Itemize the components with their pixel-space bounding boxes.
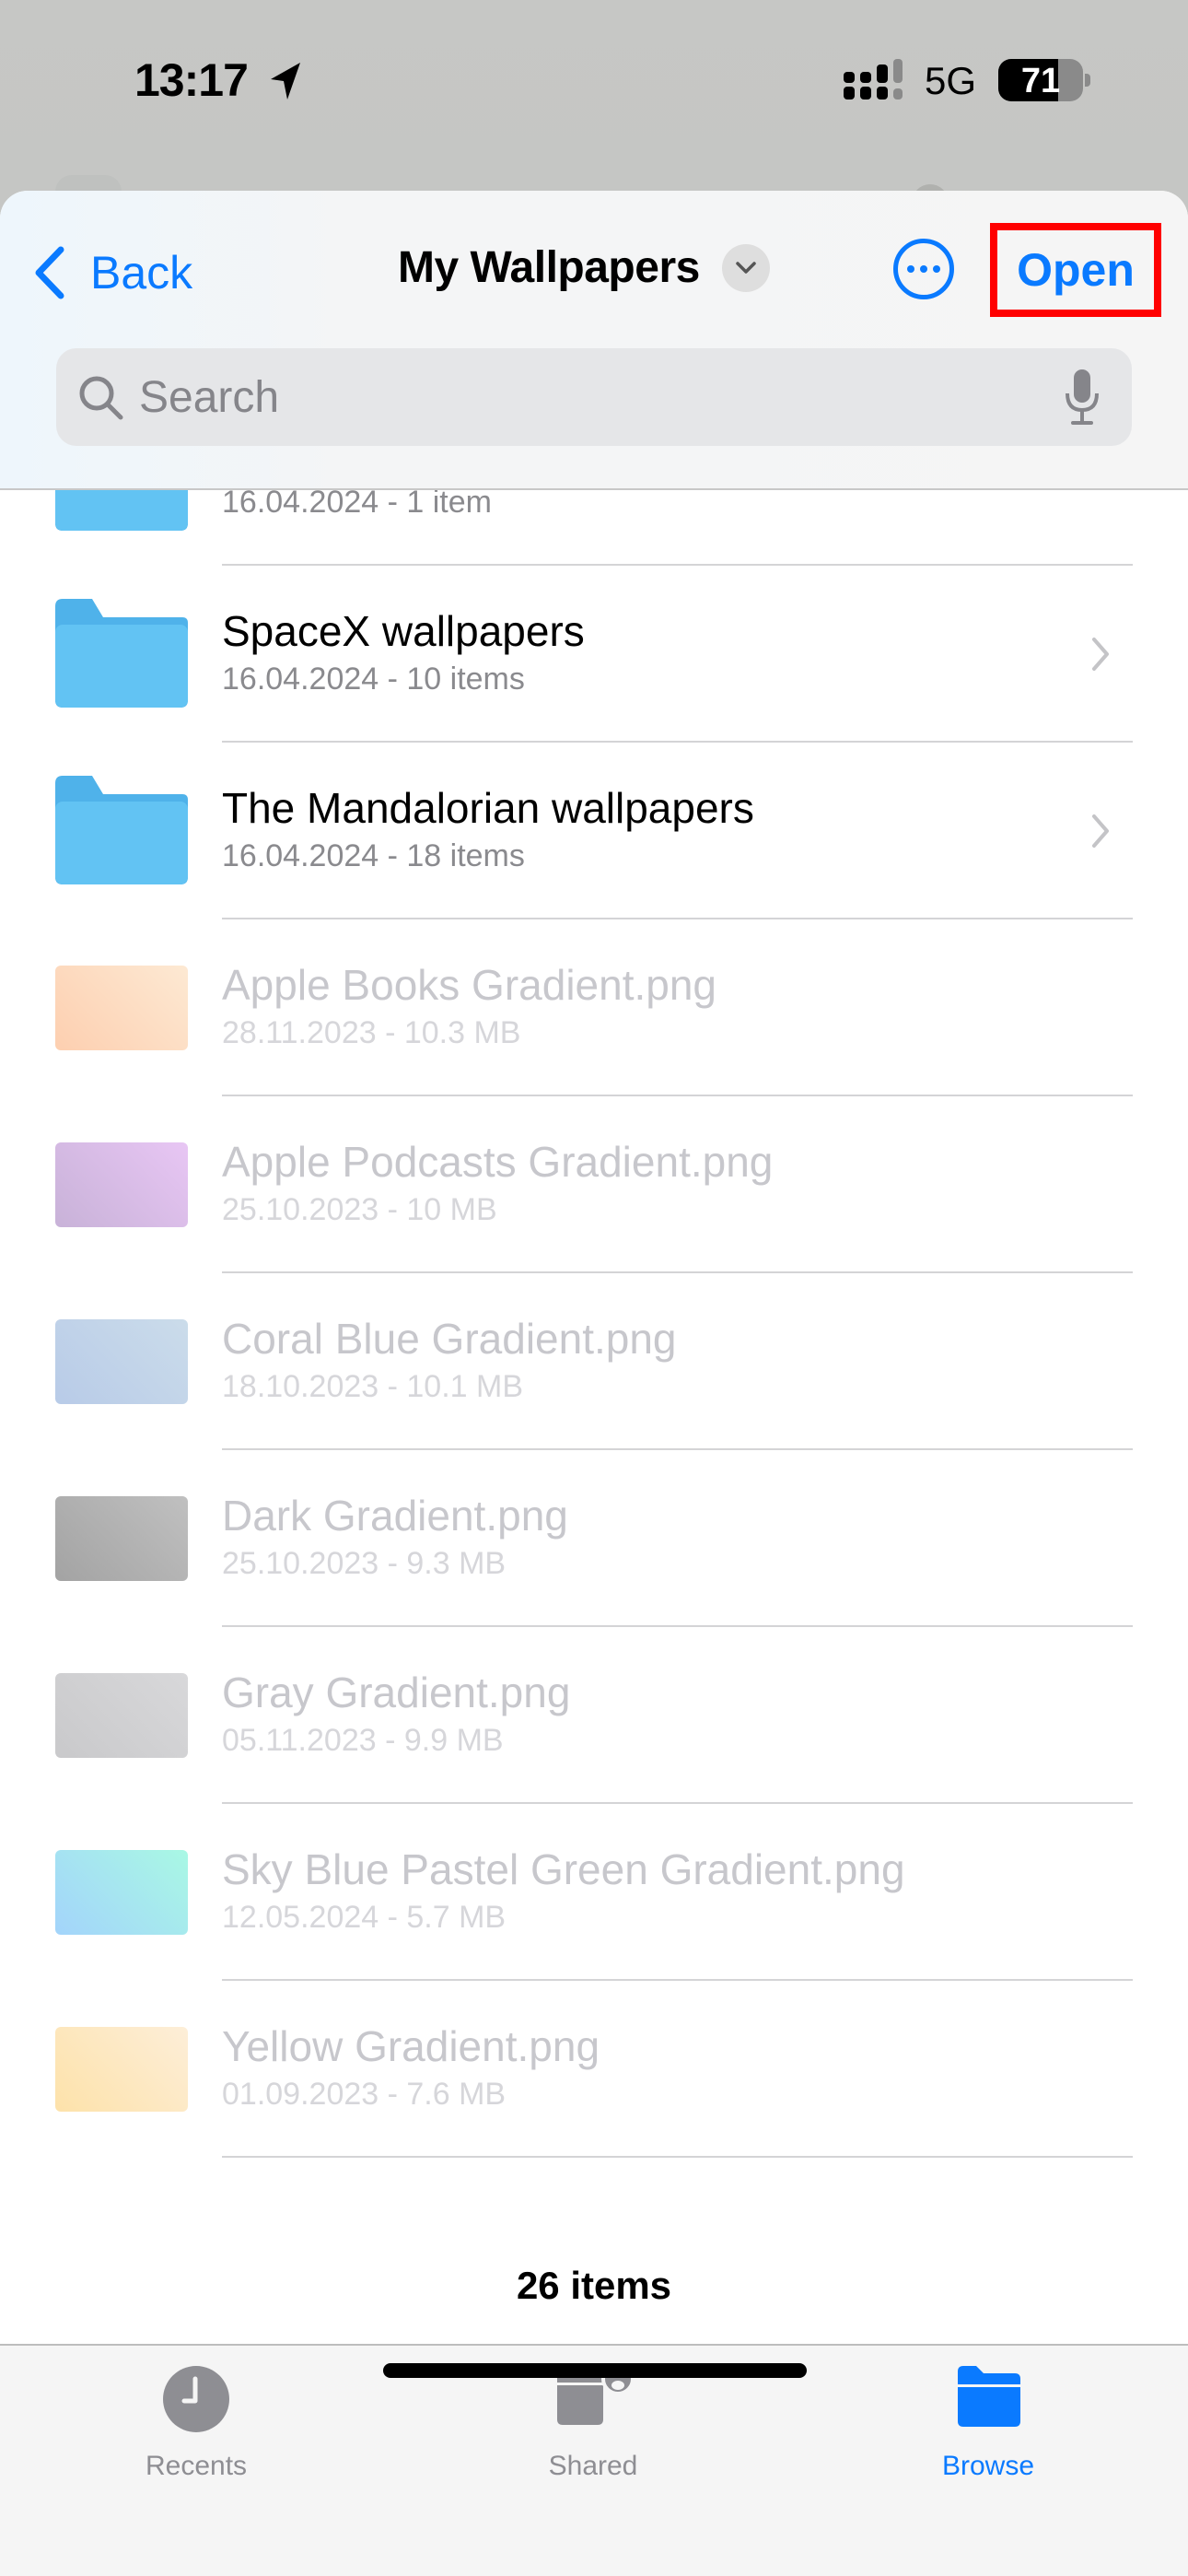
page-title: My Wallpapers [398,243,700,292]
status-bar: 13:17 5G 71 [0,0,1188,166]
folder-title-menu[interactable]: My Wallpapers [398,242,770,293]
list-item-file: Sky Blue Pastel Green Gradient.png 12.05… [0,1804,1188,1981]
tab-label: Recents [145,2451,248,2481]
item-name: SpaceX wallpapers [222,607,585,655]
tab-label: Browse [941,2451,1035,2481]
image-thumbnail [55,1319,188,1404]
item-meta: 25.10.2023 - 9.3 MB [222,1546,507,1581]
battery-tip [1085,74,1090,87]
folder-icon [55,599,188,708]
search-field[interactable] [56,348,1132,446]
list-item-folder[interactable]: SpaceX wallpapers 16.04.2024 - 10 items [0,566,1188,743]
chevron-right-icon [1092,638,1109,671]
network-type: 5G [925,59,977,102]
list-item-file: Apple Books Gradient.png 28.11.2023 - 10… [0,919,1188,1096]
navigation-bar: Back My Wallpapers Open [0,191,1188,490]
tab-bar: Recents Shared Browse [0,2344,1188,2576]
folder-icon [55,776,188,884]
list-item-file: Gray Gradient.png 05.11.2023 - 9.9 MB [0,1627,1188,1804]
item-name: Yellow Gradient.png [222,2022,600,2070]
item-name: Sky Blue Pastel Green Gradient.png [222,1845,905,1893]
image-thumbnail [55,1142,188,1227]
back-button[interactable]: Back [33,240,192,305]
search-input[interactable] [139,371,1064,423]
more-options-button[interactable] [893,239,954,299]
tab-browse[interactable]: Browse [878,2364,1099,2493]
list-item-file: Dark Gradient.png 25.10.2023 - 9.3 MB [0,1450,1188,1627]
item-meta: 16.04.2024 - 10 items [222,662,525,697]
item-name: Apple Books Gradient.png [222,961,717,1009]
location-arrow-icon [271,63,300,100]
file-browser-sheet: Back My Wallpapers Open Search 16.04.202… [0,191,1188,2576]
list-item-file: Apple Podcasts Gradient.png 25.10.2023 -… [0,1096,1188,1273]
clock-icon [163,2366,229,2432]
image-thumbnail [55,1496,188,1581]
item-count: 26 items [516,2264,672,2307]
item-meta: 18.10.2023 - 10.1 MB [222,1369,524,1404]
folder-icon [958,2366,1020,2427]
item-meta: 28.11.2023 - 10.3 MB [222,1015,521,1050]
list-item-folder[interactable]: The Mandalorian wallpapers 16.04.2024 - … [0,743,1188,919]
open-button[interactable]: Open [990,223,1161,317]
list-item-file: Yellow Gradient.png 01.09.2023 - 7.6 MB [0,1981,1188,2158]
file-list: 16.04.2024 - 1 item SpaceX wallpapers 16… [0,422,1188,2158]
chevron-left-icon [35,246,64,299]
item-meta: 25.10.2023 - 10 MB [222,1192,497,1227]
item-meta: 12.05.2024 - 5.7 MB [222,1900,507,1935]
item-meta: 16.04.2024 - 18 items [222,838,525,873]
ellipsis-dot [933,265,940,273]
row-separator [222,2156,1133,2158]
battery-icon: 71 [998,59,1083,101]
ellipsis-dot [920,265,927,273]
chevron-right-icon [1092,814,1109,848]
image-thumbnail [55,2027,188,2112]
status-time: 13:17 [134,54,249,106]
image-thumbnail [55,1673,188,1758]
tab-recents[interactable]: Recents [86,2364,307,2493]
ellipsis-dot [907,265,914,273]
image-thumbnail [55,966,188,1050]
item-name: Apple Podcasts Gradient.png [222,1138,774,1186]
battery-percent: 71 [1020,62,1061,100]
item-name: Dark Gradient.png [222,1492,568,1540]
item-name: The Mandalorian wallpapers [222,784,754,832]
cellular-signal-icon [844,59,903,100]
tab-label: Shared [548,2451,638,2481]
item-meta: 05.11.2023 - 9.9 MB [222,1723,504,1758]
back-label: Back [90,247,193,299]
list-item-file: Coral Blue Gradient.png 18.10.2023 - 10.… [0,1273,1188,1450]
image-thumbnail [55,1850,188,1935]
item-name: Coral Blue Gradient.png [222,1315,677,1363]
tab-shared[interactable]: Shared [483,2364,704,2493]
microphone-icon[interactable] [1064,368,1101,427]
search-icon [79,376,123,420]
item-meta: 01.09.2023 - 7.6 MB [222,2077,507,2112]
home-indicator[interactable] [383,2363,807,2378]
item-name: Gray Gradient.png [222,1669,571,1716]
chevron-down-icon [721,243,770,292]
